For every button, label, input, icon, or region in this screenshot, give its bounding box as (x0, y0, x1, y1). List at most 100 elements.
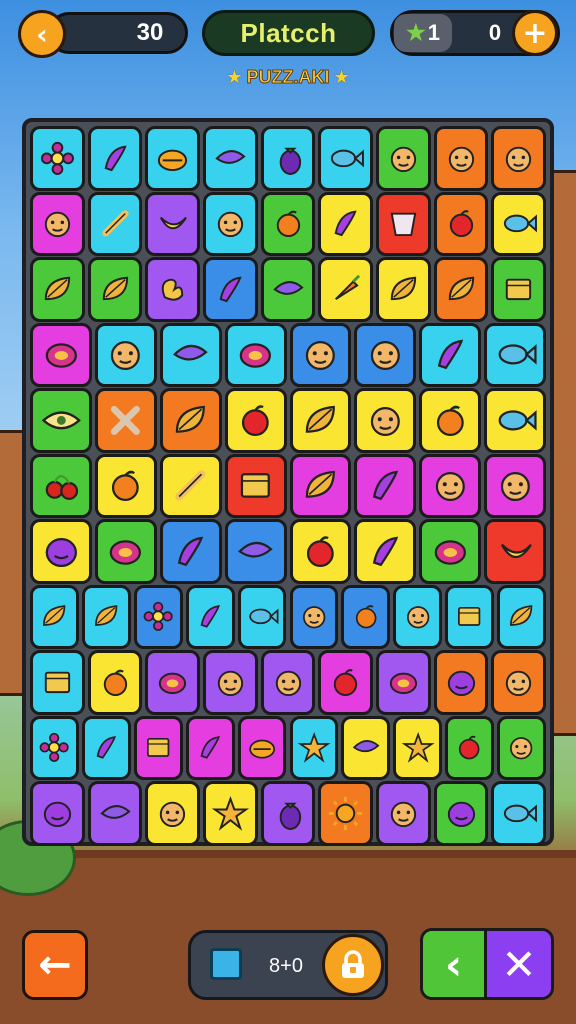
tile-face[interactable] (30, 191, 85, 256)
tile-face[interactable] (497, 715, 546, 780)
tile-apple[interactable] (289, 519, 352, 584)
tile-berry[interactable] (94, 519, 157, 584)
tile-face[interactable] (419, 453, 482, 518)
tile-face[interactable] (289, 322, 352, 387)
tile-leaf[interactable] (87, 257, 143, 322)
tile-box[interactable] (133, 715, 183, 780)
tile-banana[interactable] (145, 191, 200, 256)
tile-leaf[interactable] (30, 257, 85, 322)
tile-berry[interactable] (145, 650, 200, 715)
tile-face[interactable] (289, 584, 339, 649)
tile-pepper[interactable] (354, 519, 417, 584)
back-button[interactable]: ‹ (18, 10, 66, 58)
tile-orange[interactable] (419, 388, 482, 453)
tile-plum[interactable] (433, 650, 489, 715)
tile-apple[interactable] (445, 715, 495, 780)
tile-leaf[interactable] (159, 388, 222, 453)
tile-banana[interactable] (484, 519, 546, 584)
tile-pepper[interactable] (354, 453, 417, 518)
tile-face[interactable] (354, 388, 417, 453)
tile-pretzel[interactable] (145, 257, 200, 322)
tile-fish[interactable] (484, 388, 546, 453)
tile-pepper[interactable] (81, 715, 131, 780)
tile-horn[interactable] (87, 781, 143, 846)
tile-star[interactable] (289, 715, 339, 780)
tile-carrot[interactable] (318, 257, 373, 322)
tile-pepper[interactable] (419, 322, 482, 387)
tile-face[interactable] (354, 322, 417, 387)
tile-plum[interactable] (30, 519, 92, 584)
tile-plum[interactable] (30, 781, 85, 846)
tile-box[interactable] (445, 584, 495, 649)
tile-horn[interactable] (341, 715, 391, 780)
tile-box[interactable] (224, 453, 287, 518)
tile-cross[interactable] (94, 388, 157, 453)
tile-orange[interactable] (260, 191, 316, 256)
tile-eye[interactable] (30, 388, 92, 453)
tile-orange[interactable] (341, 584, 391, 649)
close-button[interactable]: ✕ (487, 931, 551, 997)
lock-button[interactable] (322, 934, 384, 996)
tile-face[interactable] (260, 650, 316, 715)
tile-face[interactable] (491, 650, 546, 715)
tile-orange[interactable] (94, 453, 157, 518)
tile-cloth[interactable] (376, 191, 431, 256)
tile-flower[interactable] (30, 126, 85, 191)
tile-pepper[interactable] (318, 191, 373, 256)
tile-flower[interactable] (30, 715, 79, 780)
tile-leaf[interactable] (289, 453, 352, 518)
tile-horn[interactable] (159, 322, 222, 387)
tile-pepper[interactable] (203, 257, 258, 322)
tile-face[interactable] (393, 584, 443, 649)
tile-bone[interactable] (159, 453, 222, 518)
tile-horn[interactable] (260, 257, 316, 322)
tile-face[interactable] (376, 126, 431, 191)
tile-fish[interactable] (491, 781, 546, 846)
tile-cherry[interactable] (30, 453, 92, 518)
add-coins-button[interactable]: + (512, 10, 558, 56)
tile-apple[interactable] (224, 388, 287, 453)
tile-pepper[interactable] (185, 715, 235, 780)
tile-berry[interactable] (419, 519, 482, 584)
tile-face[interactable] (433, 126, 489, 191)
back-arrow-button[interactable]: ← (22, 930, 88, 1000)
tile-flower[interactable] (133, 584, 183, 649)
tile-star[interactable] (203, 781, 258, 846)
tile-eggplant[interactable] (260, 781, 316, 846)
tile-apple[interactable] (318, 650, 373, 715)
tile-face[interactable] (376, 781, 431, 846)
tile-face[interactable] (203, 191, 258, 256)
undo-button[interactable]: ‹ (423, 931, 487, 997)
tile-bone[interactable] (87, 191, 143, 256)
tile-face[interactable] (94, 322, 157, 387)
tile-pepper[interactable] (185, 584, 235, 649)
tile-eggplant[interactable] (260, 126, 316, 191)
tile-leaf[interactable] (81, 584, 131, 649)
tile-face[interactable] (484, 453, 546, 518)
tile-orange[interactable] (87, 650, 143, 715)
tile-fish[interactable] (237, 584, 287, 649)
tile-face[interactable] (491, 126, 546, 191)
tile-leaf[interactable] (376, 257, 431, 322)
tile-plum[interactable] (433, 781, 489, 846)
tile-shell[interactable] (237, 715, 287, 780)
tile-apple[interactable] (433, 191, 489, 256)
tile-leaf[interactable] (433, 257, 489, 322)
tile-shell[interactable] (145, 126, 200, 191)
tile-leaf[interactable] (497, 584, 546, 649)
tile-leaf[interactable] (30, 584, 79, 649)
tile-fish[interactable] (318, 126, 373, 191)
tile-berry[interactable] (30, 322, 92, 387)
tile-berry[interactable] (224, 322, 287, 387)
tile-star[interactable] (393, 715, 443, 780)
tile-face[interactable] (145, 781, 200, 846)
tile-leaf[interactable] (289, 388, 352, 453)
tile-fish[interactable] (484, 322, 546, 387)
tile-box[interactable] (30, 650, 85, 715)
tile-berry[interactable] (376, 650, 431, 715)
tile-face[interactable] (203, 650, 258, 715)
tile-box[interactable] (491, 257, 546, 322)
tile-sun[interactable] (318, 781, 373, 846)
tile-fish[interactable] (491, 191, 546, 256)
tile-pepper[interactable] (87, 126, 143, 191)
